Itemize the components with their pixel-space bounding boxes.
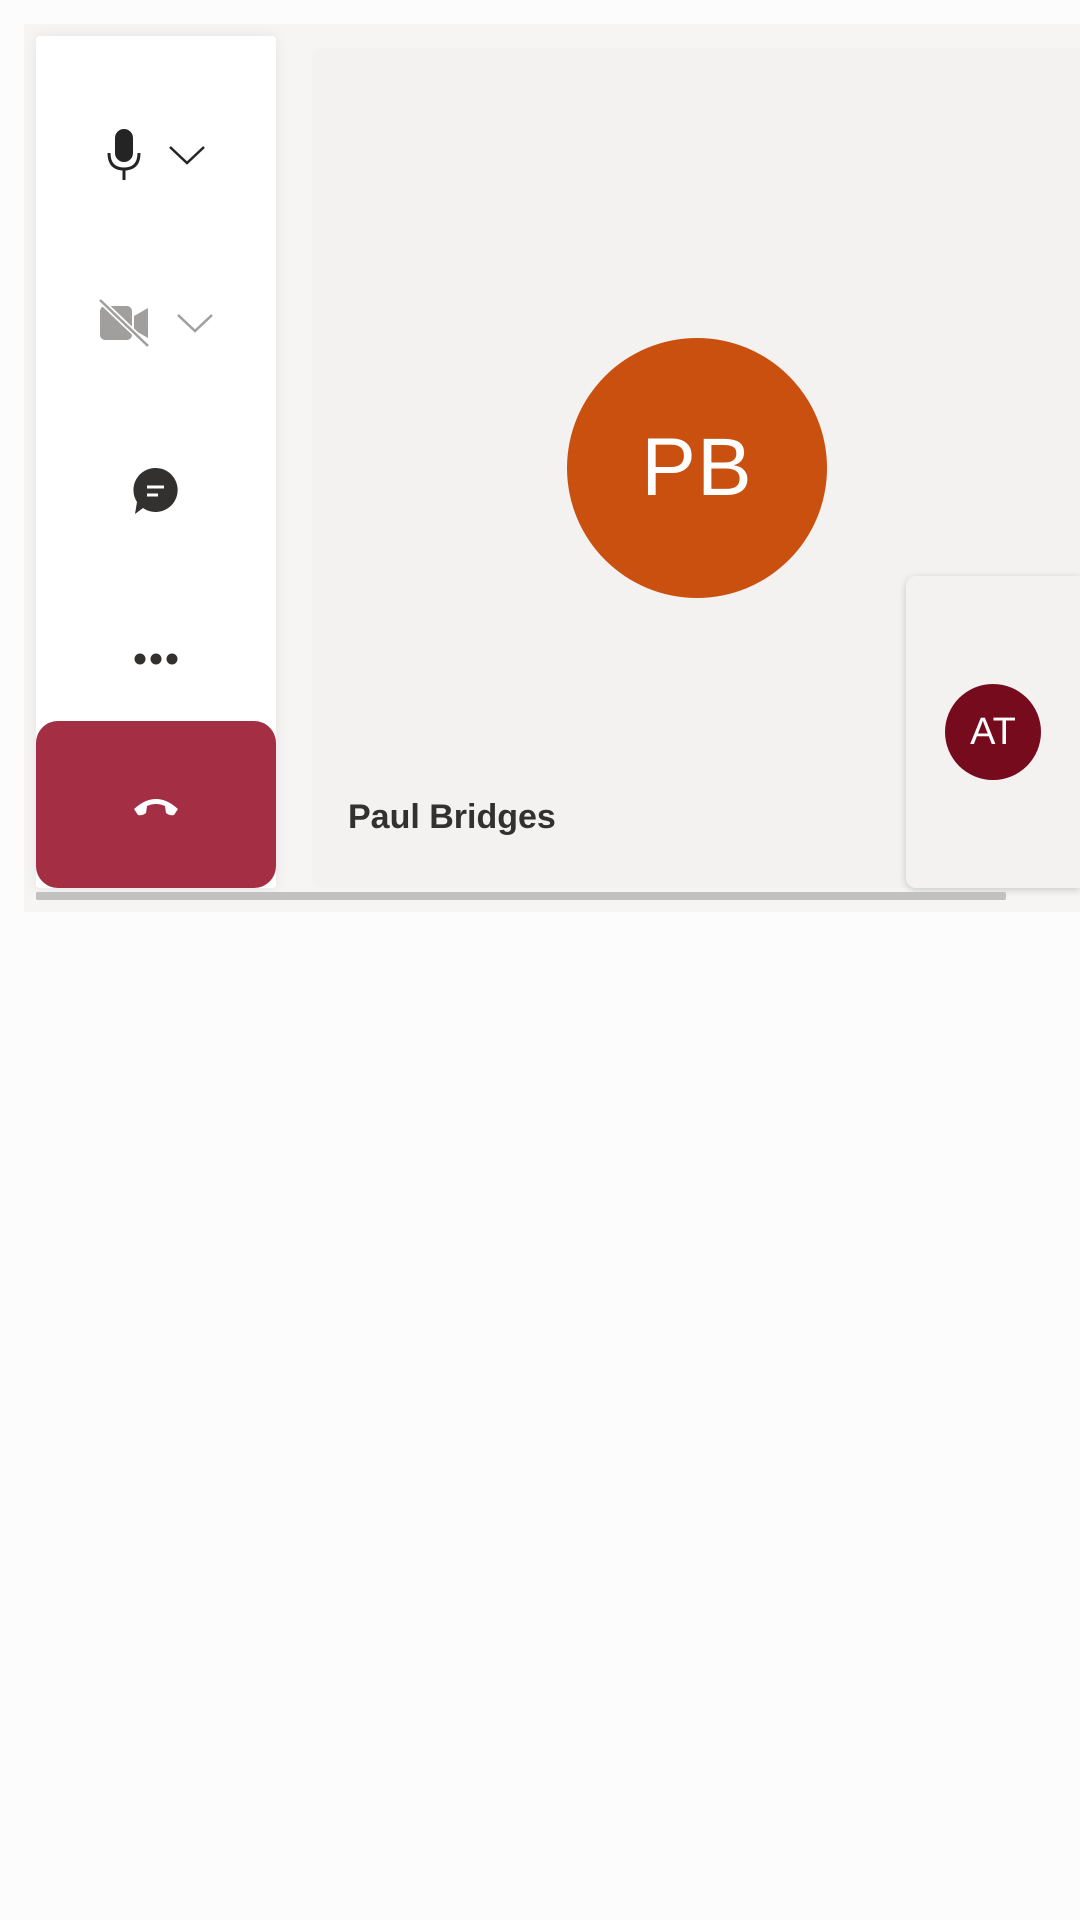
- more-icon[interactable]: [133, 652, 179, 666]
- more-options-button[interactable]: [36, 576, 276, 742]
- microphone-icon[interactable]: [106, 129, 142, 181]
- hang-up-button[interactable]: [36, 721, 276, 888]
- mic-control[interactable]: [36, 72, 276, 238]
- camera-off-icon[interactable]: [98, 298, 150, 348]
- horizontal-scrollbar[interactable]: [36, 892, 1006, 900]
- hang-up-icon[interactable]: [130, 793, 182, 817]
- mic-options-chevron-down-icon[interactable]: [168, 144, 206, 166]
- participant-name: Paul Bridges: [348, 798, 556, 836]
- self-avatar: AT: [945, 684, 1041, 780]
- chat-button[interactable]: [36, 408, 276, 574]
- participant-avatar: PB: [567, 338, 827, 598]
- camera-options-chevron-down-icon[interactable]: [176, 312, 214, 334]
- chat-icon[interactable]: [131, 466, 181, 516]
- camera-control[interactable]: [36, 240, 276, 406]
